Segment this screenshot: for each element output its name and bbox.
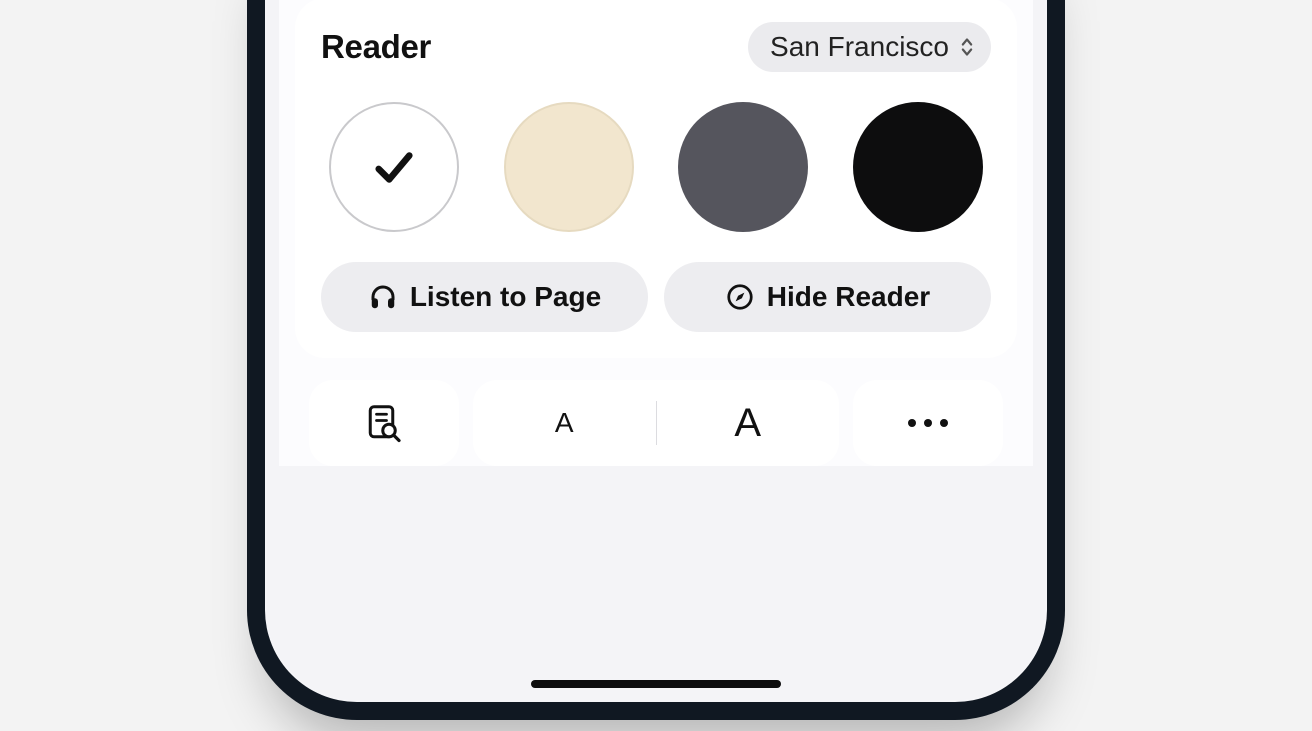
reader-header-row: Reader San Francisco — [321, 22, 991, 72]
checkmark-icon — [371, 144, 417, 190]
phone-frame: Reader San Francisco — [247, 0, 1065, 720]
document-search-icon — [364, 403, 404, 443]
large-a-glyph: A — [734, 401, 761, 446]
chevron-up-down-icon — [957, 35, 977, 59]
listen-to-page-label: Listen to Page — [410, 281, 601, 313]
reader-settings-card: Reader San Francisco — [295, 0, 1017, 358]
bottom-toolbar: A A — [309, 380, 1003, 466]
hide-reader-label: Hide Reader — [767, 281, 930, 313]
small-a-glyph: A — [555, 407, 574, 439]
reader-actions-row: Listen to Page Hide Reader — [321, 262, 991, 332]
headphones-icon — [368, 282, 398, 312]
font-picker[interactable]: San Francisco — [748, 22, 991, 72]
more-options-button[interactable] — [853, 380, 1003, 466]
text-size-control: A A — [473, 380, 839, 466]
listen-to-page-button[interactable]: Listen to Page — [321, 262, 648, 332]
ellipsis-icon — [908, 419, 948, 427]
reader-theme-swatches — [321, 102, 991, 232]
home-indicator[interactable] — [531, 680, 781, 688]
find-on-page-button[interactable] — [309, 380, 459, 466]
reader-title: Reader — [321, 28, 431, 66]
decrease-text-size-button[interactable]: A — [473, 380, 656, 466]
theme-gray[interactable] — [678, 102, 808, 232]
theme-white[interactable] — [329, 102, 459, 232]
increase-text-size-button[interactable]: A — [657, 380, 840, 466]
browser-page-menu-sheet: Reader San Francisco — [279, 0, 1033, 466]
theme-black[interactable] — [853, 102, 983, 232]
compass-icon — [725, 282, 755, 312]
theme-sepia[interactable] — [504, 102, 634, 232]
font-picker-value: San Francisco — [770, 31, 949, 63]
hide-reader-button[interactable]: Hide Reader — [664, 262, 991, 332]
